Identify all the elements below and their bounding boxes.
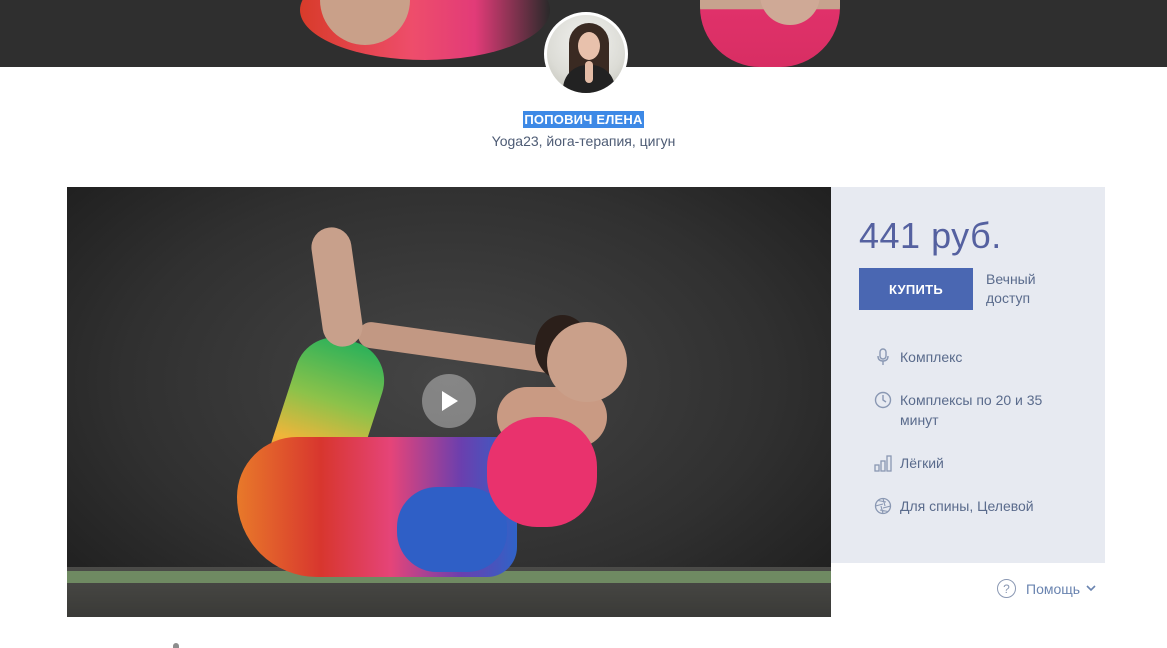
- feature-item-type: Комплекс: [874, 347, 1074, 367]
- avatar-face: [578, 32, 600, 60]
- help-link[interactable]: ? Помощь: [997, 579, 1096, 598]
- avatar-hands: [585, 61, 593, 83]
- feature-item-duration: Комплексы по 20 и 35 минут: [874, 390, 1074, 430]
- author-name[interactable]: ПОПОВИЧ ЕЛЕНА: [0, 111, 1167, 128]
- author-avatar[interactable]: [544, 12, 628, 96]
- difficulty-bars-icon: [874, 453, 892, 473]
- partial-content-edge: [173, 643, 179, 648]
- feature-item-level: Лёгкий: [874, 453, 1074, 473]
- clock-icon: [874, 390, 892, 410]
- feature-item-focus: Для спины, Целевой: [874, 496, 1074, 516]
- play-icon: [442, 391, 458, 411]
- aperture-icon: [874, 496, 892, 516]
- video-figure-feet: [308, 224, 366, 350]
- video-figure-head: [547, 322, 627, 402]
- video-player[interactable]: [67, 187, 831, 617]
- access-note: Вечный доступ: [986, 271, 1036, 306]
- question-icon: ?: [997, 579, 1016, 598]
- feature-label: Лёгкий: [900, 455, 944, 471]
- microphone-icon: [874, 347, 892, 367]
- author-subtitle: Yoga23, йога-терапия, цигун: [491, 133, 676, 149]
- help-label[interactable]: Помощь: [1026, 581, 1080, 597]
- play-button[interactable]: [422, 374, 476, 428]
- author-name-text[interactable]: ПОПОВИЧ ЕЛЕНА: [523, 111, 644, 128]
- chevron-down-icon: [1086, 585, 1096, 592]
- feature-label: Комплексы по 20 и 35 минут: [900, 392, 1043, 428]
- feature-label: Для спины, Целевой: [900, 498, 1034, 514]
- buy-button[interactable]: КУПИТЬ: [859, 268, 973, 310]
- video-figure-hips: [397, 487, 507, 572]
- video-figure-top: [487, 417, 597, 527]
- purchase-panel: 441 руб. КУПИТЬ Вечный доступ Комплекс К…: [831, 187, 1105, 563]
- feature-label: Комплекс: [900, 349, 963, 365]
- price-label: 441 руб.: [859, 215, 1002, 256]
